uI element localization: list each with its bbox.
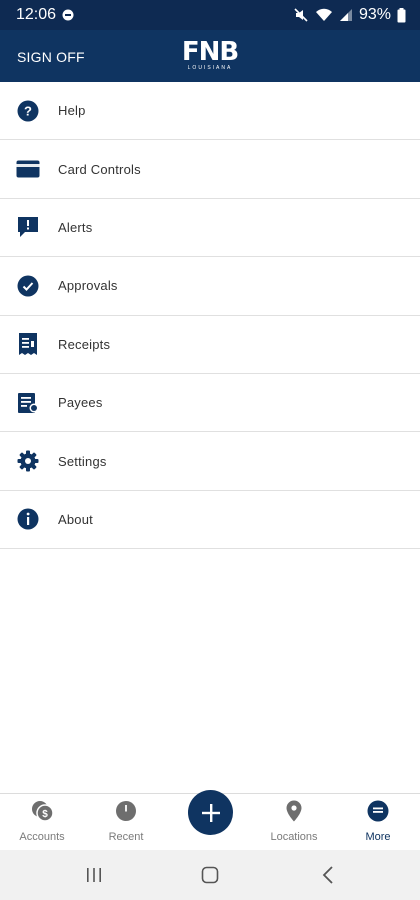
menu-item-alerts[interactable]: Alerts	[0, 198, 420, 258]
menu-item-label: Receipts	[58, 336, 111, 352]
menu-item-receipts[interactable]: Receipts	[0, 315, 420, 374]
status-time: 12:06	[16, 6, 57, 23]
mute-icon	[293, 7, 309, 23]
sign-off-button[interactable]: SIGN OFF	[17, 49, 85, 65]
menu-item-about[interactable]: About	[0, 490, 420, 550]
system-nav-bar	[0, 850, 420, 900]
recent-apps-button[interactable]	[64, 850, 124, 900]
accounts-icon: $	[30, 799, 54, 823]
menu-item-label: Help	[58, 103, 86, 119]
menu-item-settings[interactable]: Settings	[0, 432, 420, 491]
logo-subtext: LOUISIANA	[187, 65, 233, 71]
status-left: 12:06	[16, 6, 74, 24]
card-icon	[0, 160, 58, 178]
payee-icon	[0, 392, 58, 414]
status-bar: 12:06 93%	[0, 0, 420, 30]
menu-item-card-controls[interactable]: Card Controls	[0, 140, 420, 199]
back-button[interactable]	[298, 850, 358, 900]
menu-item-label: Approvals	[58, 278, 118, 294]
logo-text: FNB	[181, 37, 239, 67]
signal-icon	[339, 8, 353, 22]
nav-locations[interactable]: Locations	[252, 794, 336, 851]
add-button[interactable]	[188, 790, 233, 835]
battery-icon	[397, 7, 406, 23]
nav-locations-label: Locations	[270, 831, 318, 843]
nav-accounts-label: Accounts	[19, 831, 65, 843]
menu-item-help[interactable]: ? Help	[0, 82, 420, 141]
nav-more[interactable]: More	[336, 794, 420, 851]
check-icon	[0, 275, 58, 297]
menu-item-label: Settings	[58, 453, 107, 469]
battery-percent: 93%	[358, 6, 391, 23]
menu-list: ? Help Card Controls Alerts Approvals Re…	[0, 82, 420, 550]
nav-more-label: More	[365, 831, 391, 843]
back-chevron-icon	[322, 866, 333, 884]
gear-icon	[0, 450, 58, 472]
clock-icon	[115, 799, 137, 823]
alert-icon	[0, 215, 58, 239]
home-button[interactable]	[180, 850, 240, 900]
notification-icon	[62, 9, 74, 21]
wifi-icon	[315, 8, 333, 22]
more-icon	[367, 799, 389, 823]
fnb-logo: FNB LOUISIANA	[181, 37, 239, 71]
status-right: 93%	[293, 6, 406, 24]
info-icon	[0, 508, 58, 530]
receipt-icon	[0, 332, 58, 356]
menu-item-label: About	[58, 511, 93, 527]
nav-recent-label: Recent	[108, 831, 144, 843]
menu-item-payees[interactable]: Payees	[0, 373, 420, 433]
svg-text:?: ?	[24, 103, 32, 118]
menu-item-label: Alerts	[58, 219, 93, 235]
home-icon	[201, 866, 219, 884]
app-header: SIGN OFF FNB LOUISIANA	[0, 30, 420, 82]
menu-item-label: Payees	[58, 395, 103, 411]
nav-recent[interactable]: Recent	[84, 794, 168, 851]
svg-text:$: $	[42, 809, 48, 820]
menu-item-approvals[interactable]: Approvals	[0, 257, 420, 316]
help-icon: ?	[0, 100, 58, 122]
bottom-nav: $ Accounts Recent Locations More	[0, 790, 420, 851]
nav-accounts[interactable]: $ Accounts	[0, 794, 84, 851]
plus-icon	[201, 803, 220, 822]
location-pin-icon	[286, 799, 302, 823]
recent-apps-icon	[87, 868, 101, 882]
menu-item-label: Card Controls	[58, 161, 141, 177]
